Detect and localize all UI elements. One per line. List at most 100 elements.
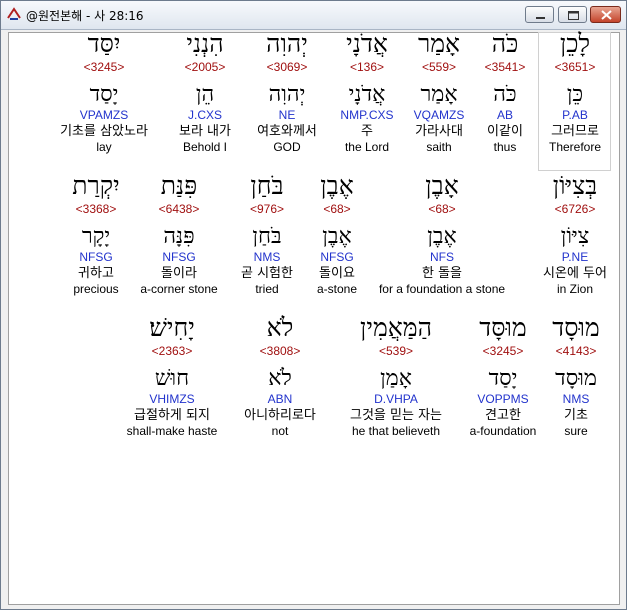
root-word: צִיּוֹן: [560, 224, 590, 249]
hebrew-word: אֲדֹנָי: [346, 29, 388, 58]
word-block[interactable]: אָמַר <559> אָמַר VQAMZS 가라사대 saith: [402, 30, 476, 155]
strong-number: <6438>: [158, 202, 200, 216]
maximize-button[interactable]: [558, 6, 587, 23]
strong-number: <3368>: [75, 202, 117, 216]
close-button[interactable]: [590, 6, 621, 23]
strong-number: <136>: [349, 60, 385, 74]
app-window: @원전본해 - 사 28:16 לָכֵן <3651> כֵּן P.AB 그…: [0, 0, 627, 610]
parse-code: NFSG: [320, 250, 354, 264]
root-word: פִּנָּה: [163, 224, 195, 249]
word-block[interactable]: יִסַּד <3245> יָסַד VPAMZS 기초를 삼았노라 lay: [47, 30, 161, 155]
hebrew-word: הִנְנִי: [186, 29, 224, 58]
word-block[interactable]: לָכֵן <3651> כֵּן P.AB 그러므로 Therefore: [540, 30, 610, 155]
english-gloss: a-foundation: [469, 424, 537, 438]
word-block[interactable]: אָבֶן <68> אֶבֶן NFS 한 돌을 for a foundati…: [367, 172, 517, 297]
english-gloss: sure: [564, 424, 588, 438]
word-block[interactable]: לֹא <3808> לֹא ABN 아니하리로다 not: [231, 314, 329, 439]
english-gloss: he that believeth: [351, 424, 441, 438]
hebrew-word: יְהוִה: [266, 29, 308, 58]
title-bar[interactable]: @원전본해 - 사 28:16: [1, 1, 626, 30]
english-gloss: the Lord: [344, 140, 390, 154]
english-gloss: precious: [73, 282, 119, 296]
hebrew-word: לָכֵן: [559, 29, 591, 58]
word-block[interactable]: הַמַּאֲמִין <539> אָמַן D.VHPA 그것을 믿는 자는…: [326, 314, 466, 439]
english-gloss: Therefore: [548, 140, 602, 154]
korean-gloss: 주: [361, 124, 373, 139]
english-gloss: a-stone: [316, 282, 358, 296]
parse-code: J.CXS: [187, 108, 222, 122]
korean-gloss: 기초: [564, 408, 588, 423]
root-word: מוּסָד: [555, 366, 597, 391]
korean-gloss: 보라 내가: [179, 124, 231, 139]
english-gloss: in Zion: [556, 282, 594, 296]
strong-number: <3651>: [554, 60, 596, 74]
english-gloss: Behold I: [182, 140, 228, 154]
korean-gloss: 기초를 삼았노라: [60, 124, 148, 139]
parse-code: ABN: [267, 392, 293, 406]
word-block[interactable]: יִקְרַת <3368> יָקָר NFSG 귀하고 precious: [63, 172, 129, 297]
strong-number: <539>: [378, 344, 414, 358]
korean-gloss: 돌이요: [319, 266, 355, 281]
app-icon: [6, 6, 22, 22]
word-block[interactable]: בֹּחַן <976> בֹּחַן NMS 곧 시험한 tried: [229, 172, 305, 297]
root-word: כֹּה: [493, 82, 517, 107]
english-gloss: tried: [255, 282, 279, 296]
korean-gloss: 견고한: [485, 408, 521, 423]
word-block[interactable]: יְהוִה <3069> יְהוִה NE 여호와께서 GOD: [245, 30, 329, 155]
strong-number: <976>: [249, 202, 285, 216]
strong-number: <3541>: [484, 60, 526, 74]
strong-number: <3245>: [482, 344, 524, 358]
root-word: יָסַד: [89, 82, 119, 107]
root-word: חוּשׁ: [154, 366, 190, 391]
parse-code: P.NE: [561, 250, 589, 264]
root-word: אֶבֶן: [427, 224, 457, 249]
hebrew-word: לֹא: [266, 313, 294, 342]
word-block[interactable]: אֲדֹנָי <136> אֲדֹנָי NMP.CXS 주 the Lord: [330, 30, 404, 155]
parse-code: NMS: [562, 392, 590, 406]
root-word: כֵּן: [566, 82, 584, 107]
word-block[interactable]: פִּנַּת <6438> פִּנָּה NFSG 돌이라 a-corner…: [132, 172, 226, 297]
korean-gloss: 그러므로: [551, 124, 599, 139]
root-word: יָסַד: [488, 366, 518, 391]
word-block[interactable]: מוּסָד <4143> מוּסָד NMS 기초 sure: [543, 314, 609, 439]
root-word: הֵן: [195, 82, 215, 107]
minimize-button[interactable]: [525, 6, 554, 23]
minimize-icon: [536, 17, 545, 19]
root-word: יָקָר: [81, 224, 111, 249]
parse-code: NE: [278, 108, 296, 122]
english-gloss: not: [271, 424, 289, 438]
parse-code: NFSG: [162, 250, 196, 264]
strong-number: <3245>: [83, 60, 125, 74]
hebrew-word: אָבֶן: [425, 171, 459, 200]
korean-gloss: 귀하고: [78, 266, 114, 281]
hebrew-word: יָחִישׁ׃: [149, 313, 195, 342]
word-block[interactable]: אֶבֶן <68> אֶבֶן NFSG 돌이요 a-stone: [306, 172, 368, 297]
korean-gloss: 여호와께서: [257, 124, 317, 139]
parse-code: P.AB: [562, 108, 588, 122]
parse-code: NFS: [430, 250, 454, 264]
korean-gloss: 그것을 믿는 자는: [350, 408, 442, 423]
parse-code: VPAMZS: [79, 108, 129, 122]
english-gloss: thus: [493, 140, 517, 154]
window-title: @원전본해 - 사 28:16: [26, 9, 144, 23]
strong-number: <4143>: [555, 344, 597, 358]
hebrew-word: יִקְרַת: [72, 171, 120, 200]
hebrew-word: מוּסָד: [552, 313, 600, 342]
strong-number: <6726>: [554, 202, 596, 216]
parse-code: AB: [496, 108, 513, 122]
strong-number: <3069>: [266, 60, 308, 74]
strong-number: <3808>: [259, 344, 301, 358]
word-block[interactable]: הִנְנִי <2005> הֵן J.CXS 보라 내가 Behold I: [166, 30, 244, 155]
strong-number: <68>: [323, 202, 351, 216]
word-block[interactable]: יָחִישׁ׃ <2363> חוּשׁ VHIMZS 급절하게 되지 sha…: [115, 314, 229, 439]
word-block[interactable]: מוּסָּד <3245> יָסַד VOPPMS 견고한 a-founda…: [461, 314, 545, 439]
strong-number: <68>: [428, 202, 456, 216]
hebrew-word: יִסַּד: [87, 29, 121, 58]
strong-number: <559>: [421, 60, 457, 74]
hebrew-word: בְּצִיּוֹן: [552, 171, 598, 200]
english-gloss: a-corner stone: [140, 282, 218, 296]
word-block[interactable]: בְּצִיּוֹן <6726> צִיּוֹן P.NE 시온에 두어 in…: [529, 172, 621, 297]
korean-gloss: 아니하리로다: [244, 408, 316, 423]
root-word: בֹּחַן: [252, 224, 282, 249]
word-block[interactable]: כֹּה <3541> כֹּה AB 이같이 thus: [470, 30, 540, 155]
